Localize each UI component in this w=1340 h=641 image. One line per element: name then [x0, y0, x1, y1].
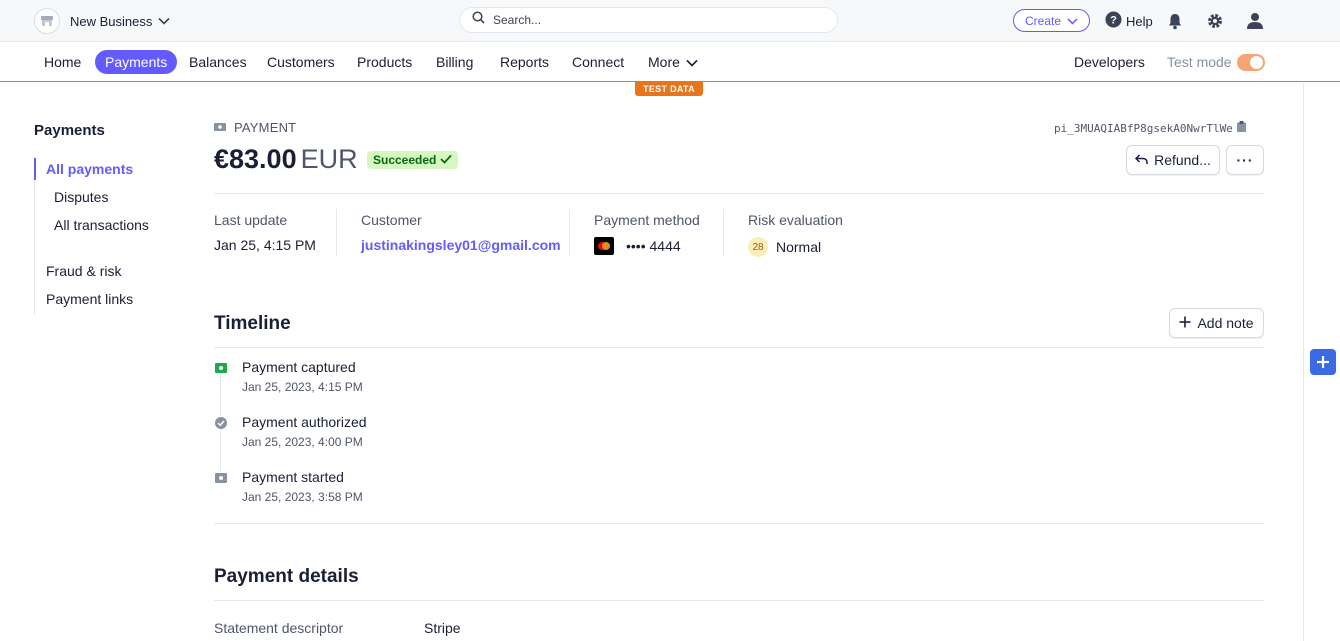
- undo-arrow-icon: [1135, 152, 1148, 168]
- nav-more-label: More: [648, 54, 680, 70]
- timeline-event-time: Jan 25, 2023, 3:58 PM: [242, 490, 363, 504]
- more-actions-button[interactable]: ···: [1226, 145, 1264, 175]
- nav-payments[interactable]: Payments: [95, 50, 178, 74]
- test-mode-toggle[interactable]: [1237, 54, 1265, 71]
- sidebar-item-all-payments[interactable]: All payments: [46, 161, 133, 177]
- sidebar-title: Payments: [34, 122, 105, 139]
- test-data-badge: TEST DATA: [635, 82, 703, 96]
- search-input[interactable]: [493, 13, 793, 27]
- status-label: Succeeded: [373, 153, 437, 167]
- store-icon: [34, 8, 60, 34]
- payment-icon: [214, 120, 226, 135]
- amount-value: €83.00: [214, 144, 297, 174]
- payment-icon: [214, 471, 227, 484]
- plus-icon[interactable]: [1310, 349, 1336, 375]
- timeline-event-title: Payment started: [242, 469, 344, 485]
- nav-developers[interactable]: Developers: [1064, 50, 1155, 74]
- gear-icon[interactable]: [1205, 11, 1225, 31]
- chevron-down-icon: [158, 17, 170, 25]
- sidebar-item-disputes[interactable]: Disputes: [54, 189, 108, 205]
- check-circle-icon: [214, 416, 227, 429]
- svg-text:?: ?: [1110, 15, 1117, 27]
- timeline-title: Timeline: [214, 313, 291, 334]
- sidebar-rail: [34, 157, 35, 315]
- meta-separator: [723, 209, 724, 256]
- top-bar: New Business Create ? Help: [0, 0, 1340, 42]
- payment-amount: €83.00 EUR: [214, 144, 358, 175]
- mastercard-icon: [594, 237, 614, 255]
- customer-label: Customer: [361, 212, 422, 228]
- payment-details-title: Payment details: [214, 566, 359, 587]
- details-divider: [214, 600, 1264, 601]
- refund-label: Refund...: [1154, 152, 1211, 168]
- help-button[interactable]: ? Help: [1105, 11, 1153, 31]
- card-last4: •••• 4444: [626, 238, 681, 254]
- statement-descriptor-value: Stripe: [424, 620, 461, 636]
- last-update-label: Last update: [214, 212, 288, 228]
- user-icon[interactable]: [1245, 11, 1265, 31]
- customer-email-link[interactable]: justinakingsley01@gmail.com: [361, 237, 561, 253]
- search-box[interactable]: [459, 7, 838, 33]
- risk-evaluation-label: Risk evaluation: [748, 212, 843, 228]
- nav-billing[interactable]: Billing: [426, 50, 483, 74]
- main-nav: Home Payments Balances Customers Product…: [0, 42, 1340, 82]
- sidebar-item-all-transactions[interactable]: All transactions: [54, 217, 149, 233]
- sidebar-active-indicator: [34, 158, 36, 180]
- meta-separator: [336, 209, 337, 256]
- timeline-divider: [214, 347, 1264, 348]
- header-divider: [214, 193, 1264, 194]
- nav-customers[interactable]: Customers: [257, 50, 345, 74]
- timeline-event-title: Payment captured: [242, 359, 356, 375]
- risk-score-badge: 28: [748, 237, 768, 257]
- help-circle-icon: ?: [1105, 11, 1122, 31]
- add-note-label: Add note: [1197, 315, 1254, 331]
- ellipsis-icon: ···: [1236, 152, 1254, 168]
- chevron-down-icon: [1067, 14, 1078, 28]
- nav-home[interactable]: Home: [34, 50, 91, 74]
- payment-id-text: pi_3MUAQIABfP8gsekA0NwrTlWe: [1054, 121, 1233, 135]
- bell-icon[interactable]: [1165, 11, 1185, 31]
- risk-level: Normal: [776, 239, 822, 255]
- sidebar-item-payment-links[interactable]: Payment links: [46, 291, 133, 307]
- risk-evaluation-value: 28 Normal: [748, 237, 821, 257]
- timeline-event-title: Payment authorized: [242, 414, 367, 430]
- last-update-value: Jan 25, 4:15 PM: [214, 237, 316, 253]
- status-badge: Succeeded: [367, 151, 459, 169]
- add-note-button[interactable]: Add note: [1169, 308, 1264, 338]
- checkmark-icon: [440, 153, 452, 167]
- amount-currency: EUR: [300, 144, 358, 174]
- refund-button[interactable]: Refund...: [1126, 145, 1220, 175]
- nav-balances[interactable]: Balances: [179, 50, 257, 74]
- nav-more[interactable]: More: [638, 50, 708, 74]
- search-icon: [472, 11, 485, 29]
- test-mode-label: Test mode: [1167, 54, 1232, 70]
- timeline-event-time: Jan 25, 2023, 4:00 PM: [242, 435, 363, 449]
- meta-separator: [569, 209, 570, 256]
- right-panel-divider: [1303, 83, 1304, 641]
- payment-id[interactable]: pi_3MUAQIABfP8gsekA0NwrTlWe: [1054, 121, 1246, 135]
- payment-captured-icon: [214, 361, 227, 374]
- create-button[interactable]: Create: [1013, 9, 1090, 32]
- clipboard-icon[interactable]: [1236, 121, 1246, 135]
- section-divider: [214, 523, 1264, 524]
- toggle-knob: [1250, 56, 1263, 69]
- statement-descriptor-label: Statement descriptor: [214, 620, 344, 636]
- nav-connect[interactable]: Connect: [562, 50, 634, 74]
- help-label: Help: [1126, 13, 1153, 29]
- nav-reports[interactable]: Reports: [490, 50, 559, 74]
- payment-method-value: •••• 4444: [594, 237, 681, 255]
- sidebar-item-fraud-risk[interactable]: Fraud & risk: [46, 263, 121, 279]
- business-switcher[interactable]: New Business: [34, 8, 170, 34]
- payment-kicker-label: PAYMENT: [234, 120, 297, 135]
- business-name: New Business: [70, 13, 153, 29]
- payment-method-label: Payment method: [594, 212, 700, 228]
- chevron-down-icon: [686, 50, 698, 74]
- plus-icon: [1179, 315, 1191, 331]
- timeline-event-time: Jan 25, 2023, 4:15 PM: [242, 380, 363, 394]
- payment-kicker: PAYMENT: [214, 120, 296, 135]
- nav-products[interactable]: Products: [347, 50, 422, 74]
- create-label: Create: [1024, 13, 1062, 28]
